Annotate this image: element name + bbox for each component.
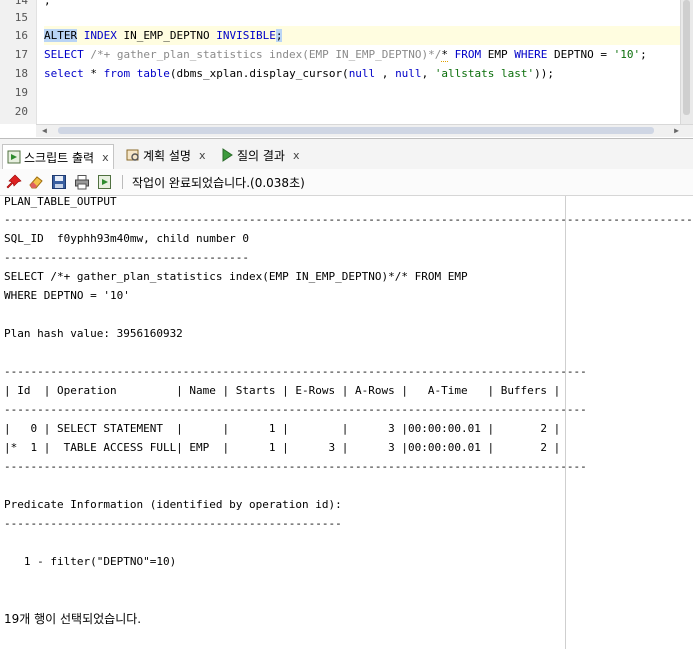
- line-number: 15: [14, 11, 28, 24]
- output-line: |* 1 | TABLE ACCESS FULL| EMP | 1 | 3 | …: [4, 441, 561, 454]
- output-line: ----------------------------------------…: [4, 213, 693, 226]
- code-line-14: ;: [44, 0, 51, 7]
- tab-script-output[interactable]: 스크립트 출력 x: [2, 144, 114, 169]
- star: *: [441, 48, 448, 62]
- comma: ,: [421, 67, 435, 80]
- line-number: 20: [14, 105, 28, 118]
- sql-editor[interactable]: 14 15 16 17 18 19 20 ; ALTER INDEX IN_EM…: [0, 0, 693, 138]
- output-line: WHERE DEPTNO = '10': [4, 289, 130, 302]
- selected-keyword: ALTER: [44, 29, 78, 42]
- output-toolbar: 작업이 완료되었습니다.(0.038초): [0, 169, 693, 196]
- tab-label: 계획 설명: [143, 148, 191, 163]
- function-call: (dbms_xplan.display_cursor(: [169, 67, 349, 80]
- eraser-icon[interactable]: [28, 174, 44, 190]
- optimizer-hint: /*+ gather_plan_statistics index(EMP IN_…: [90, 48, 442, 61]
- output-line: | 0 | SELECT STATEMENT | | 1 | | 3 |00:0…: [4, 422, 561, 435]
- semicolon: ;: [640, 48, 647, 61]
- explain-plan-icon: [126, 149, 139, 161]
- rows-selected-message: 19개 행이 선택되었습니다.: [4, 612, 142, 626]
- comma: ,: [375, 67, 396, 80]
- scrollbar-thumb[interactable]: [683, 0, 690, 115]
- pin-icon[interactable]: [6, 174, 22, 190]
- close-icon[interactable]: x: [199, 149, 206, 162]
- string-literal: '10': [613, 48, 641, 61]
- condition: DEPTNO =: [554, 48, 607, 61]
- run-query-icon: [222, 148, 233, 162]
- string-literal: 'allstats last': [434, 67, 535, 80]
- close-icon[interactable]: x: [102, 151, 109, 164]
- star: *: [90, 67, 97, 80]
- keyword-select: SELECT: [44, 48, 84, 61]
- closing-parens: ));: [534, 67, 555, 80]
- output-line: | Id | Operation | Name | Starts | E-Row…: [4, 384, 561, 397]
- print-margin-line: [565, 196, 566, 649]
- tab-label: 스크립트 출력: [24, 150, 95, 165]
- keyword-invisible: INVISIBLE: [216, 29, 276, 42]
- keyword-from: FROM: [454, 48, 482, 61]
- output-line: ----------------------------------------…: [4, 403, 587, 416]
- output-line: 1 - filter("DEPTNO"=10): [4, 555, 177, 568]
- toolbar-divider: [122, 175, 123, 189]
- line-number: 18: [14, 67, 28, 80]
- editor-vertical-scrollbar[interactable]: [680, 0, 693, 124]
- output-line: ----------------------------------------…: [4, 365, 587, 378]
- table-name: EMP: [487, 48, 508, 61]
- output-line: SELECT /*+ gather_plan_statistics index(…: [4, 270, 468, 283]
- editor-horizontal-scrollbar[interactable]: ◀ ▶: [36, 124, 693, 137]
- script-output-icon: [7, 150, 21, 164]
- line-number: 16: [14, 29, 28, 42]
- output-line: ----------------------------------------…: [4, 517, 342, 530]
- output-line: PLAN_TABLE_OUTPUT: [4, 196, 117, 208]
- code-line-16: ALTER INDEX IN_EMP_DEPTNO INVISIBLE;: [44, 26, 684, 45]
- save-icon[interactable]: [51, 174, 67, 190]
- code-area[interactable]: ; ALTER INDEX IN_EMP_DEPTNO INVISIBLE; S…: [44, 0, 684, 124]
- keyword-index: INDEX: [83, 29, 117, 42]
- keyword-from: from: [103, 67, 131, 80]
- line-number: 17: [14, 48, 28, 61]
- index-name: IN_EMP_DEPTNO: [123, 29, 210, 42]
- output-line: Predicate Information (identified by ope…: [4, 498, 342, 511]
- close-icon[interactable]: x: [293, 149, 300, 162]
- export-icon[interactable]: [97, 174, 113, 190]
- tab-query-result[interactable]: 질의 결과 x: [216, 144, 304, 166]
- keyword-null: null: [395, 67, 422, 80]
- script-output-panel[interactable]: PLAN_TABLE_OUTPUT ----------------------…: [0, 196, 693, 649]
- code-line-17: SELECT /*+ gather_plan_statistics index(…: [44, 45, 647, 64]
- semicolon: ;: [275, 29, 283, 42]
- result-tab-bar: 스크립트 출력 x 계획 설명 x 질의 결과 x: [0, 138, 693, 170]
- scrollbar-thumb[interactable]: [58, 127, 654, 134]
- code-line-18: select * from table(dbms_xplan.display_c…: [44, 64, 554, 83]
- line-number: 19: [14, 86, 28, 99]
- tab-label: 질의 결과: [237, 148, 285, 163]
- scroll-right-icon[interactable]: ▶: [674, 125, 679, 137]
- output-line: SQL_ID f0yphh93m40mw, child number 0: [4, 232, 250, 245]
- keyword-null: null: [348, 67, 376, 80]
- keyword-select: select: [44, 67, 84, 80]
- keyword-table: table: [136, 67, 170, 80]
- output-line: Plan hash value: 3956160932: [4, 327, 183, 340]
- tab-explain-plan[interactable]: 계획 설명 x: [122, 144, 210, 166]
- print-icon[interactable]: [74, 174, 90, 190]
- scroll-left-icon[interactable]: ◀: [42, 125, 47, 137]
- line-number-gutter: 14 15 16 17 18 19 20: [0, 0, 37, 124]
- output-line: ----------------------------------------…: [4, 460, 587, 473]
- output-line: -------------------------------------: [4, 251, 250, 264]
- status-message: 작업이 완료되었습니다.(0.038초): [132, 176, 305, 190]
- keyword-where: WHERE: [514, 48, 548, 61]
